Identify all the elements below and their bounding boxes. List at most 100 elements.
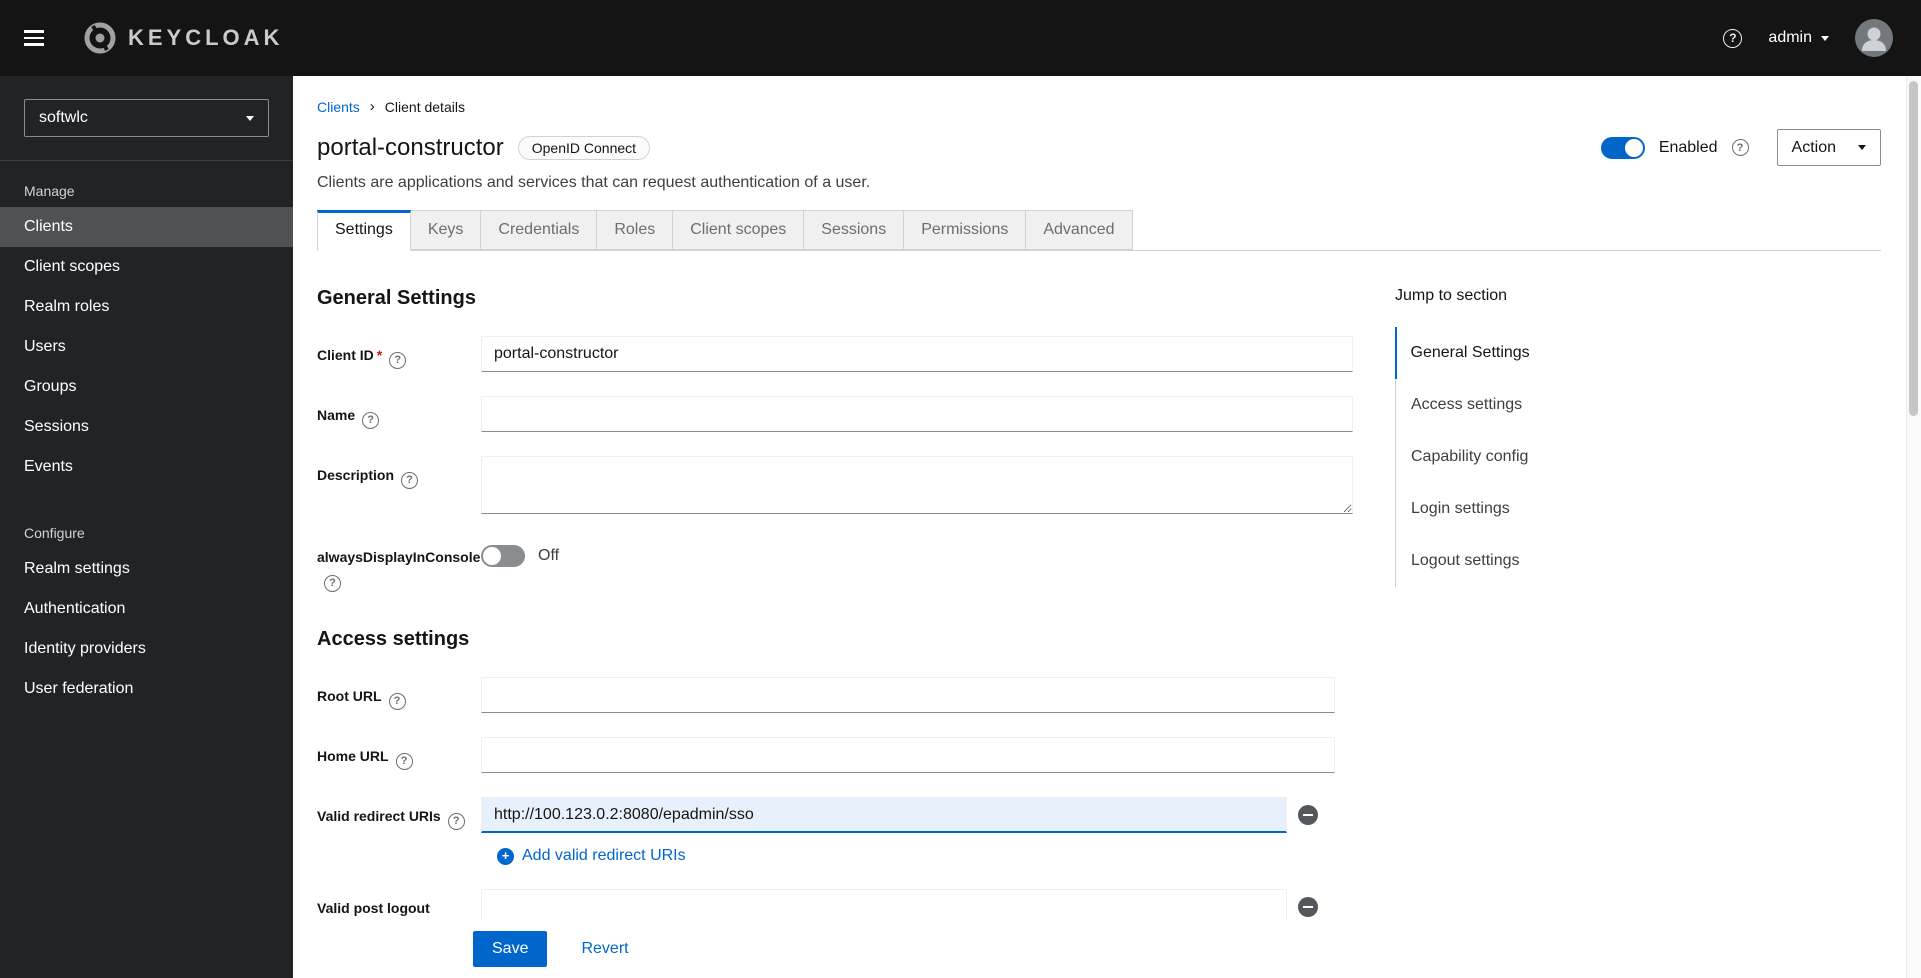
user-menu-label: admin	[1768, 29, 1812, 46]
settings-form: General Settings Client ID* Name	[317, 251, 1353, 967]
realm-selector-label: softwlc	[39, 109, 88, 126]
always-display-toggle[interactable]	[481, 545, 525, 567]
protocol-badge: OpenID Connect	[517, 135, 651, 160]
avatar[interactable]	[1855, 19, 1893, 57]
sidebar-item-client-scopes[interactable]: Client scopes	[0, 247, 293, 287]
valid-redirect-label: Valid redirect URIs	[317, 797, 481, 833]
jump-to-section: Jump to section General Settings Access …	[1394, 251, 1696, 967]
name-row: Name	[317, 396, 1353, 432]
form-actions: Save Revert	[293, 920, 1906, 978]
root-url-row: Root URL	[317, 677, 1353, 713]
enabled-toggle[interactable]	[1600, 136, 1645, 159]
home-url-label: Home URL	[317, 737, 481, 773]
sidebar-item-identity-providers[interactable]: Identity providers	[0, 629, 293, 669]
global-help-icon[interactable]	[1723, 28, 1743, 48]
sidebar-item-user-federation[interactable]: User federation	[0, 669, 293, 709]
client-id-row: Client ID *	[317, 336, 1353, 372]
realm-selector[interactable]: softwlc	[24, 99, 269, 137]
tab-sessions[interactable]: Sessions	[804, 210, 905, 250]
home-url-input[interactable]	[481, 737, 1335, 773]
remove-post-logout-uri-icon[interactable]	[1298, 897, 1318, 917]
root-url-label: Root URL	[317, 677, 481, 713]
home-url-row: Home URL	[317, 737, 1353, 773]
client-id-label: Client ID *	[317, 336, 481, 372]
remove-redirect-uri-icon[interactable]	[1298, 805, 1318, 825]
root-url-input[interactable]	[481, 677, 1335, 713]
nav-group-title-configure: Configure	[24, 525, 85, 541]
jump-link-logout-settings[interactable]: Logout settings	[1396, 535, 1695, 587]
page-header: portal-constructor OpenID Connect Enable…	[317, 129, 1881, 166]
sidebar-item-realm-settings[interactable]: Realm settings	[0, 549, 293, 589]
client-id-input[interactable]	[481, 336, 1353, 372]
jump-link-login-settings[interactable]: Login settings	[1396, 483, 1695, 535]
add-redirect-uri-label: Add valid redirect URIs	[522, 847, 686, 864]
client-id-help-icon[interactable]	[389, 352, 407, 369]
nav-group-title-manage: Manage	[24, 183, 75, 199]
breadcrumb-clients-link[interactable]: Clients	[317, 99, 360, 115]
breadcrumb-current: Client details	[384, 98, 465, 115]
valid-redirect-help-icon[interactable]	[447, 813, 465, 830]
general-settings-heading: General Settings	[317, 287, 476, 309]
nav-group-configure: Configure Realm settings Authentication …	[0, 517, 293, 709]
description-label: Description	[317, 456, 481, 514]
keycloak-logo-icon	[84, 22, 116, 54]
breadcrumb-separator-icon	[370, 98, 375, 115]
enabled-label: Enabled	[1658, 138, 1718, 156]
tab-client-scopes[interactable]: Client scopes	[673, 210, 805, 250]
sidebar-item-authentication[interactable]: Authentication	[0, 589, 293, 629]
main-content: Clients Client details portal-constructo…	[293, 76, 1921, 978]
always-display-label: alwaysDisplayInConsole	[317, 538, 481, 592]
jump-to-section-heading: Jump to section	[1395, 287, 1508, 304]
enabled-help-icon[interactable]	[1731, 139, 1749, 156]
tab-credentials[interactable]: Credentials	[481, 210, 598, 250]
action-dropdown[interactable]: Action	[1776, 129, 1881, 166]
realm-selector-container: softwlc	[0, 76, 293, 161]
sidebar-item-users[interactable]: Users	[0, 327, 293, 367]
jump-link-access-settings[interactable]: Access settings	[1396, 379, 1695, 431]
tab-advanced[interactable]: Advanced	[1026, 210, 1133, 250]
add-redirect-uri-button[interactable]: Add valid redirect URIs	[497, 847, 686, 865]
name-help-icon[interactable]	[362, 412, 380, 429]
page-title: portal-constructor	[317, 133, 504, 161]
chevron-down-icon	[1821, 35, 1829, 41]
sidebar-item-groups[interactable]: Groups	[0, 367, 293, 407]
scrollbar-thumb[interactable]	[1909, 81, 1918, 416]
always-display-state: Off	[538, 547, 560, 564]
chevron-down-icon	[246, 115, 254, 121]
save-button[interactable]: Save	[473, 931, 548, 967]
jump-link-capability-config[interactable]: Capability config	[1396, 431, 1695, 483]
description-input[interactable]	[481, 456, 1353, 514]
revert-button[interactable]: Revert	[581, 940, 628, 958]
masthead: KEYCLOAK admin	[0, 0, 1921, 76]
home-url-help-icon[interactable]	[395, 753, 413, 770]
scrollbar[interactable]	[1906, 76, 1921, 978]
user-avatar-icon	[1862, 27, 1886, 51]
page-description: Clients are applications and services th…	[317, 174, 871, 191]
toggle-knob	[483, 547, 501, 565]
add-redirect-row: Add valid redirect URIs	[317, 847, 1353, 865]
plus-circle-icon	[497, 847, 514, 865]
nav-group-manage: Manage Clients Client scopes Realm roles…	[0, 175, 293, 487]
sidebar-item-realm-roles[interactable]: Realm roles	[0, 287, 293, 327]
valid-redirect-row: Valid redirect URIs	[317, 797, 1353, 833]
nav-toggle-icon[interactable]	[24, 25, 54, 51]
access-settings-heading: Access settings	[317, 628, 470, 650]
tab-roles[interactable]: Roles	[597, 210, 674, 250]
valid-redirect-input[interactable]	[481, 797, 1287, 833]
jump-link-general-settings[interactable]: General Settings	[1394, 327, 1696, 379]
name-input[interactable]	[481, 396, 1353, 432]
sidebar-item-clients[interactable]: Clients	[0, 207, 293, 247]
tab-settings[interactable]: Settings	[317, 210, 411, 251]
breadcrumb: Clients Client details	[317, 98, 1881, 115]
name-label: Name	[317, 396, 481, 432]
description-help-icon[interactable]	[401, 472, 419, 489]
description-row: Description	[317, 456, 1353, 514]
sidebar-item-events[interactable]: Events	[0, 447, 293, 487]
tab-permissions[interactable]: Permissions	[904, 210, 1027, 250]
root-url-help-icon[interactable]	[388, 693, 406, 710]
user-menu-dropdown[interactable]: admin	[1768, 29, 1829, 47]
sidebar-item-sessions[interactable]: Sessions	[0, 407, 293, 447]
tab-keys[interactable]: Keys	[410, 210, 482, 250]
required-asterisk: *	[376, 347, 383, 363]
always-display-help-icon[interactable]	[324, 575, 341, 592]
